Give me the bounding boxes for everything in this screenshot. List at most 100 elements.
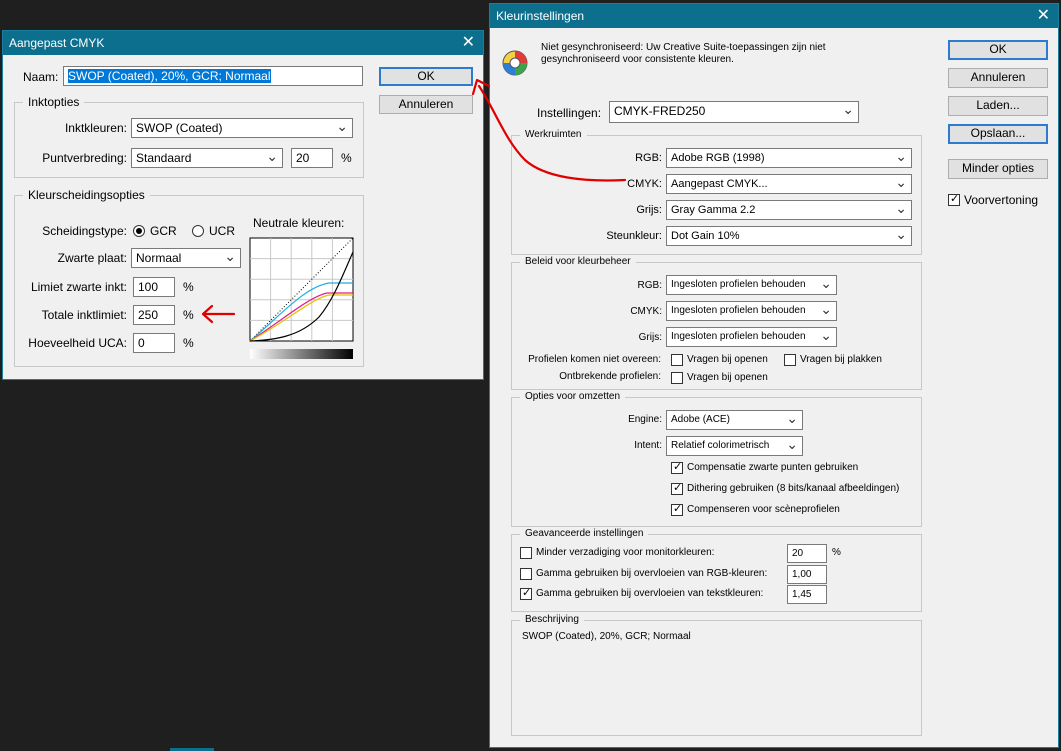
missing-ask-open-label: Vragen bij openen — [687, 372, 768, 383]
ws-cmyk-select[interactable]: Aangepast CMYK... — [666, 174, 912, 194]
profile-mismatch-label: Profielen komen niet overeen: — [528, 354, 661, 365]
load-button[interactable]: Laden... — [948, 96, 1048, 116]
chevron-down-icon — [895, 149, 907, 167]
gray-gradient-bar — [250, 349, 353, 359]
policy-cmyk-value: Ingesloten profielen behouden — [671, 305, 806, 316]
dot-gain-label: Puntverbreding: — [42, 151, 127, 165]
preview-checkbox[interactable] — [948, 192, 960, 206]
ws-gray-select[interactable]: Gray Gamma 2.2 — [666, 200, 912, 220]
policy-cmyk-label: CMYK: — [630, 306, 662, 317]
engine-value: Adobe (ACE) — [671, 414, 730, 425]
blend-text-field[interactable]: 1,45 — [787, 585, 827, 604]
preview-label: Voorvertoning — [964, 193, 1039, 207]
ws-cmyk-value: Aangepast CMYK... — [671, 178, 768, 190]
engine-label: Engine: — [628, 414, 662, 425]
intent-select[interactable]: Relatief colorimetrisch — [666, 436, 803, 456]
black-ink-limit-percent: % — [183, 280, 194, 294]
black-generation-select[interactable]: Normaal — [131, 248, 241, 268]
blend-rgb-checkbox[interactable] — [520, 568, 532, 580]
desaturate-checkbox[interactable] — [520, 547, 532, 559]
chevron-down-icon — [224, 249, 236, 267]
policy-gray-select[interactable]: Ingesloten profielen behouden — [666, 327, 837, 347]
chevron-down-icon — [266, 149, 278, 167]
chevron-down-icon — [895, 201, 907, 219]
ok-button[interactable]: OK — [379, 67, 473, 86]
gray-ramp-title: Neutrale kleuren: — [253, 216, 345, 230]
total-ink-limit-field[interactable]: 250 — [133, 305, 175, 325]
black-ink-limit-field[interactable]: 100 — [133, 277, 175, 297]
policy-cmyk-select[interactable]: Ingesloten profielen behouden — [666, 301, 837, 321]
separation-options-title: Kleurscheidingsopties — [23, 188, 150, 202]
ws-gray-label: Grijs: — [636, 204, 662, 216]
ink-colors-value: SWOP (Coated) — [136, 121, 223, 135]
chevron-down-icon — [842, 102, 854, 120]
chevron-down-icon — [895, 175, 907, 193]
ink-colors-label: Inktkleuren: — [64, 121, 127, 135]
dot-gain-select[interactable]: Standaard — [131, 148, 283, 168]
gray-ramp-graph — [249, 237, 354, 359]
ucr-label: UCR — [209, 224, 235, 238]
conversion-options-title: Opties voor omzetten — [520, 390, 626, 404]
ok-button[interactable]: OK — [948, 40, 1048, 60]
gcr-radio[interactable] — [133, 225, 145, 237]
advanced-controls-title: Geavanceerde instellingen — [520, 527, 649, 541]
total-ink-limit-label: Totale inktlimiet: — [41, 308, 127, 322]
mismatch-ask-open-label: Vragen bij openen — [687, 354, 768, 365]
missing-ask-open-checkbox[interactable] — [671, 372, 683, 384]
mismatch-ask-open-checkbox[interactable] — [671, 354, 683, 366]
sync-status-line1: Niet gesynchroniseerd: Uw Creative Suite… — [541, 42, 826, 53]
blend-rgb-label: Gamma gebruiken bij overvloeien van RGB-… — [536, 568, 768, 579]
ws-spot-value: Dot Gain 10% — [671, 230, 740, 242]
chevron-down-icon — [786, 437, 798, 455]
close-icon[interactable]: ✕ — [462, 31, 475, 55]
color-settings-titlebar[interactable]: Kleurinstellingen ✕ — [490, 4, 1058, 28]
blend-text-label: Gamma gebruiken bij overvloeien van teks… — [536, 588, 764, 599]
close-icon[interactable]: ✕ — [1037, 4, 1050, 28]
black-point-compensation-label: Compensatie zwarte punten gebruiken — [687, 462, 859, 473]
policy-gray-value: Ingesloten profielen behouden — [671, 331, 806, 342]
fewer-options-button[interactable]: Minder opties — [948, 159, 1048, 179]
settings-select[interactable]: CMYK-FRED250 — [609, 101, 859, 123]
ink-options-title: Inktopties — [23, 95, 85, 109]
policy-rgb-value: Ingesloten profielen behouden — [671, 279, 806, 290]
custom-cmyk-title: Aangepast CMYK — [9, 36, 105, 50]
ucr-radio[interactable] — [192, 225, 204, 237]
desaturate-field[interactable]: 20 — [787, 544, 827, 563]
blend-text-checkbox[interactable] — [520, 586, 532, 600]
chevron-down-icon — [820, 328, 832, 346]
chevron-down-icon — [895, 227, 907, 245]
custom-cmyk-dialog: Aangepast CMYK ✕ Naam: SWOP (Coated), 20… — [2, 30, 484, 380]
name-field[interactable]: SWOP (Coated), 20%, GCR; Normaal — [63, 66, 363, 86]
dither-checkbox[interactable] — [671, 481, 683, 495]
intent-value: Relatief colorimetrisch — [671, 440, 770, 451]
annotation-curved-arrow — [471, 78, 627, 182]
save-button[interactable]: Opslaan... — [948, 124, 1048, 144]
custom-cmyk-titlebar[interactable]: Aangepast CMYK ✕ — [3, 31, 483, 55]
color-policies-title: Beleid voor kleurbeheer — [520, 255, 636, 269]
dot-gain-percent-field[interactable]: 20 — [291, 148, 333, 168]
desaturate-percent: % — [832, 547, 841, 558]
engine-select[interactable]: Adobe (ACE) — [666, 410, 803, 430]
color-settings-title: Kleurinstellingen — [496, 9, 585, 23]
black-ink-limit-label: Limiet zwarte inkt: — [30, 280, 127, 294]
ws-rgb-select[interactable]: Adobe RGB (1998) — [666, 148, 912, 168]
description-title: Beschrijving — [520, 613, 584, 627]
ws-spot-select[interactable]: Dot Gain 10% — [666, 226, 912, 246]
cancel-button[interactable]: Annuleren — [948, 68, 1048, 88]
uca-amount-percent: % — [183, 336, 194, 350]
separation-type-label: Scheidingstype: — [42, 224, 127, 238]
cancel-button[interactable]: Annuleren — [379, 95, 473, 114]
uca-amount-field[interactable]: 0 — [133, 333, 175, 353]
intent-label: Intent: — [634, 440, 662, 451]
policy-rgb-select[interactable]: Ingesloten profielen behouden — [666, 275, 837, 295]
chevron-down-icon — [786, 411, 798, 429]
dither-label: Dithering gebruiken (8 bits/kanaal afbee… — [687, 483, 900, 494]
sync-status-line2: gesynchroniseerd voor consistente kleure… — [541, 54, 734, 65]
mismatch-ask-paste-checkbox[interactable] — [784, 354, 796, 366]
ink-colors-select[interactable]: SWOP (Coated) — [131, 118, 353, 138]
blend-rgb-field[interactable]: 1,00 — [787, 565, 827, 584]
scene-profiles-checkbox[interactable] — [671, 502, 683, 516]
name-field-value: SWOP (Coated), 20%, GCR; Normaal — [68, 69, 271, 83]
black-point-compensation-checkbox[interactable] — [671, 460, 683, 474]
dot-gain-value: Standaard — [136, 151, 192, 165]
